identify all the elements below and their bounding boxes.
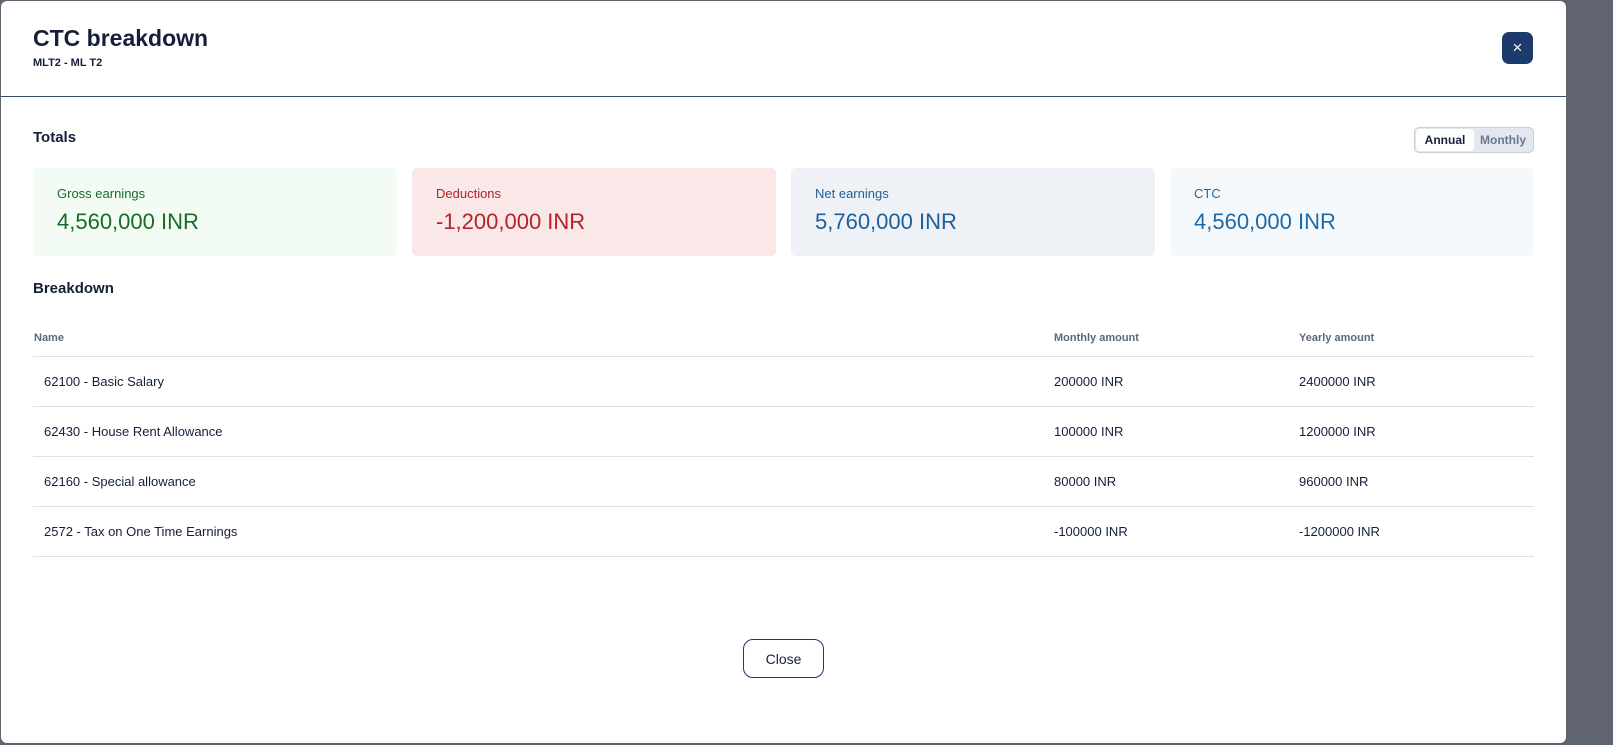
net-earnings-value: 5,760,000 INR [815,209,957,234]
table-row: 62430 - House Rent Allowance 100000 INR … [33,407,1534,457]
modal-header: CTC breakdown MLT2 - ML T2 × [1,1,1566,97]
totals-heading: Totals [33,129,77,146]
table-row: 62160 - Special allowance 80000 INR 9600… [33,457,1534,507]
row-yearly-amount: 1200000 INR [1299,424,1376,439]
deductions-card: Deductions -1,200,000 INR [412,168,776,256]
column-header-monthly: Monthly amount [1054,331,1139,344]
gross-earnings-value: 4,560,000 INR [57,209,199,234]
column-header-name: Name [34,331,64,344]
column-header-yearly: Yearly amount [1299,331,1375,344]
period-toggle: Annual Monthly [1414,127,1534,153]
row-yearly-amount: -1200000 INR [1299,524,1380,539]
breakdown-heading: Breakdown [33,280,114,297]
row-monthly-amount: 100000 INR [1054,424,1124,439]
table-header: Name Monthly amount Yearly amount [33,319,1534,357]
row-name: 2572 - Tax on One Time Earnings [44,524,238,539]
ctc-label: CTC [1194,186,1221,201]
ctc-value: 4,560,000 INR [1194,209,1336,234]
row-name: 62430 - House Rent Allowance [44,424,223,439]
row-monthly-amount: 200000 INR [1054,374,1124,389]
ctc-breakdown-modal: CTC breakdown MLT2 - ML T2 × Totals Annu… [1,1,1566,743]
toggle-monthly-button[interactable]: Monthly [1474,129,1532,151]
modal-title: CTC breakdown [33,25,209,51]
row-monthly-amount: -100000 INR [1054,524,1128,539]
close-icon[interactable]: × [1502,32,1533,64]
toggle-annual-button[interactable]: Annual [1416,129,1474,151]
net-earnings-label: Net earnings [815,186,889,201]
row-name: 62100 - Basic Salary [44,374,164,389]
close-button[interactable]: Close [743,639,824,678]
row-name: 62160 - Special allowance [44,474,196,489]
gross-earnings-label: Gross earnings [57,186,146,201]
table-row: 62100 - Basic Salary 200000 INR 2400000 … [33,357,1534,407]
row-yearly-amount: 960000 INR [1299,474,1369,489]
gross-earnings-card: Gross earnings 4,560,000 INR [33,168,397,256]
row-yearly-amount: 2400000 INR [1299,374,1376,389]
modal-subtitle: MLT2 - ML T2 [33,57,103,69]
net-earnings-card: Net earnings 5,760,000 INR [791,168,1155,256]
row-monthly-amount: 80000 INR [1054,474,1117,489]
table-row: 2572 - Tax on One Time Earnings -100000 … [33,507,1534,557]
deductions-value: -1,200,000 INR [436,209,586,234]
breakdown-table: Name Monthly amount Yearly amount 62100 … [33,319,1534,557]
deductions-label: Deductions [436,186,502,201]
ctc-card: CTC 4,560,000 INR [1170,168,1534,256]
